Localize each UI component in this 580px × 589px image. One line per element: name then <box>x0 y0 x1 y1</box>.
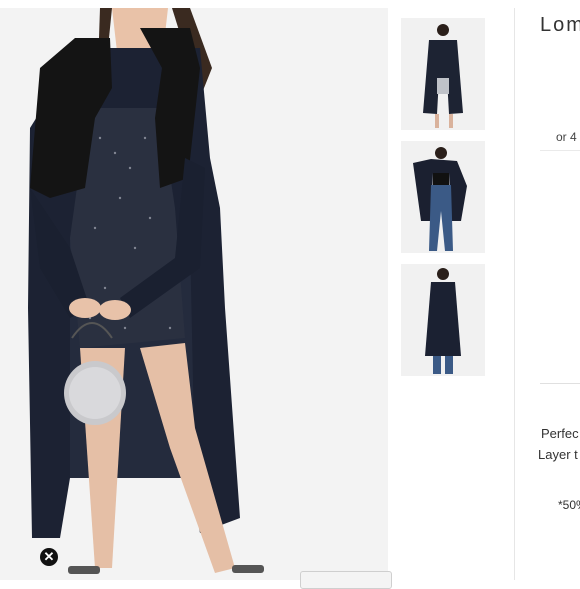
installments-text: or 4 <box>556 130 577 144</box>
close-button[interactable]: ✕ <box>40 548 58 566</box>
description-line: Perfec <box>541 426 579 441</box>
divider <box>540 383 580 384</box>
close-icon: ✕ <box>43 549 55 564</box>
thumbnail-2-graphic <box>401 141 485 253</box>
product-title: Lom <box>540 14 580 36</box>
fabric-content: *50% <box>558 498 580 512</box>
bottom-action-button[interactable] <box>300 571 392 589</box>
description-line: Layer t <box>538 447 578 462</box>
thumbnail-3[interactable] <box>401 264 485 376</box>
main-product-image[interactable] <box>0 8 388 580</box>
panel-divider <box>514 8 515 580</box>
divider <box>540 150 580 151</box>
thumbnail-1-graphic <box>401 18 485 130</box>
thumbnail-2[interactable] <box>401 141 485 253</box>
thumbnail-3-graphic <box>401 264 485 376</box>
thumbnail-1[interactable] <box>401 18 485 130</box>
main-image-graphic <box>0 8 388 580</box>
